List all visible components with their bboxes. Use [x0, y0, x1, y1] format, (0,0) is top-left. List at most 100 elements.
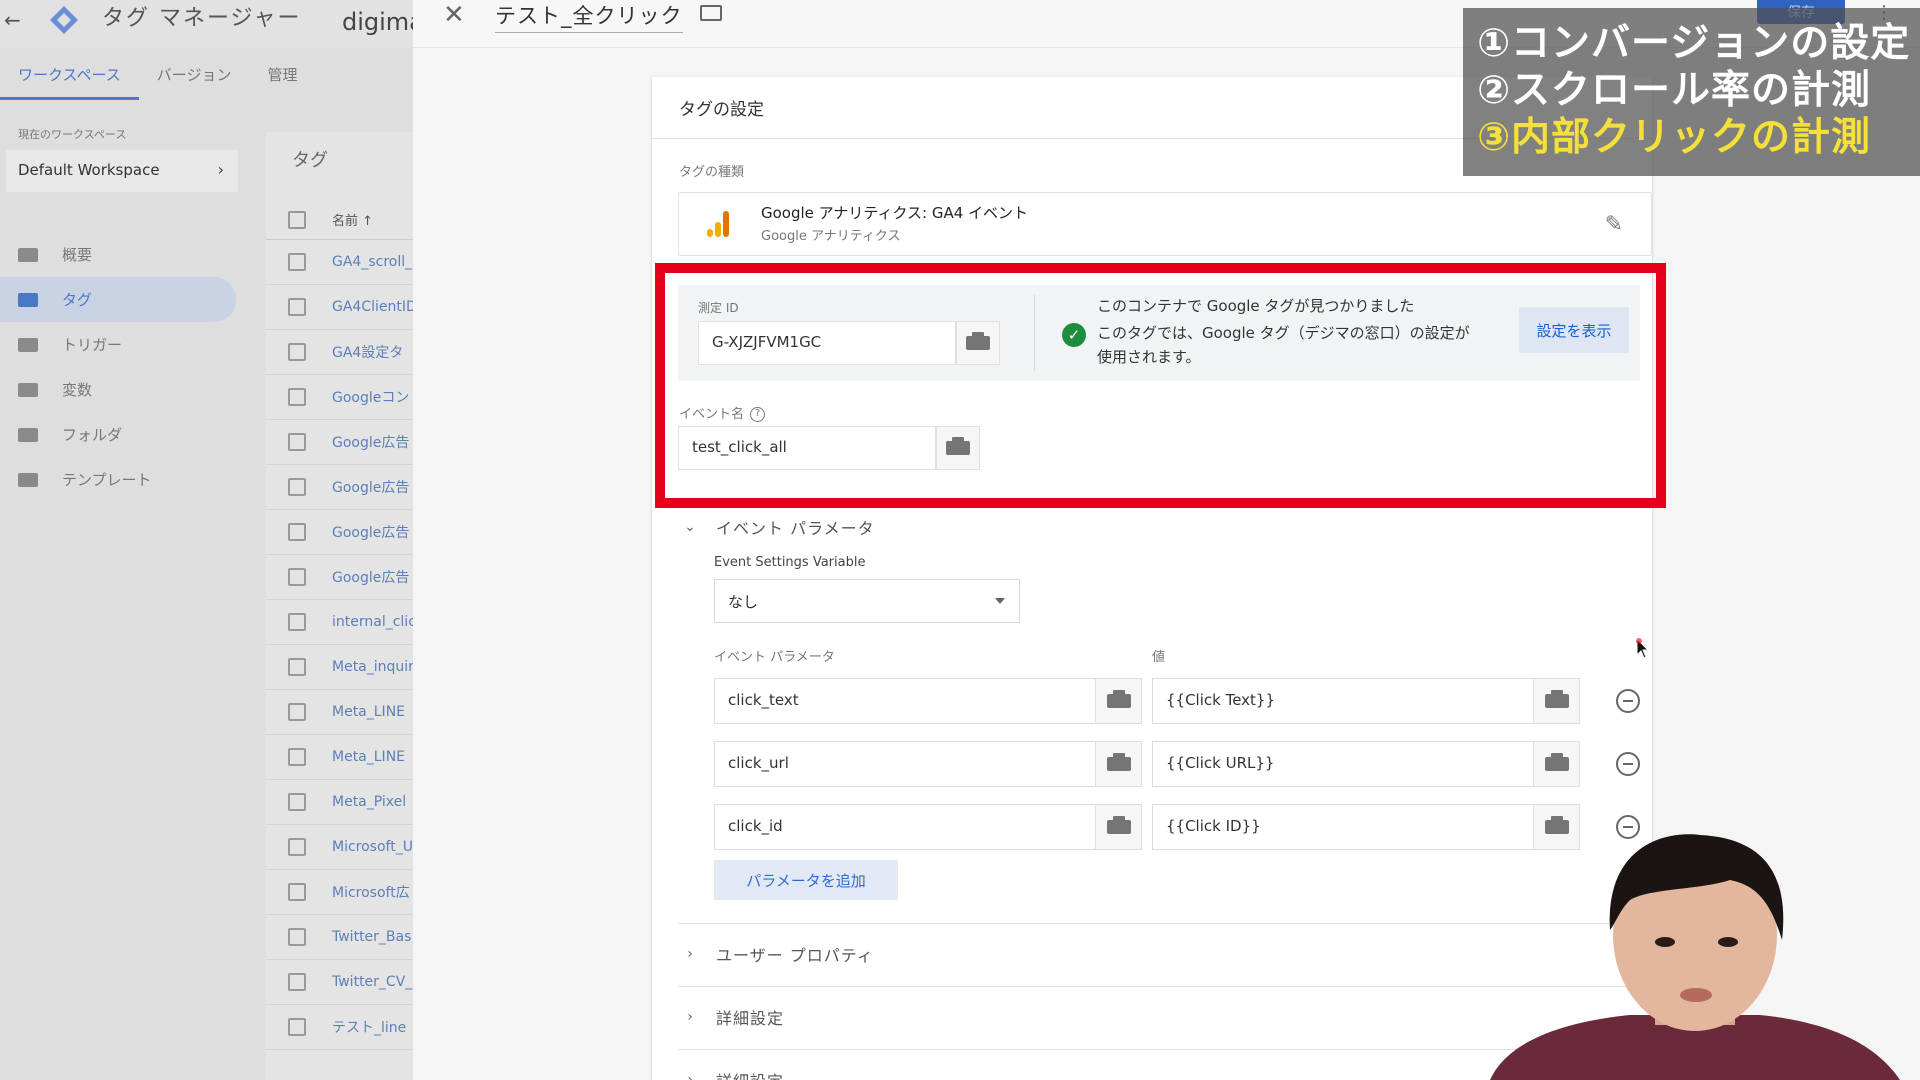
row-checkbox[interactable] [288, 433, 306, 451]
edit-pencil-icon[interactable]: ✎ [1605, 212, 1623, 237]
select-all-checkbox[interactable] [288, 210, 306, 229]
folder-icon[interactable] [700, 5, 722, 21]
table-row[interactable]: Twitter_Bas [266, 915, 420, 960]
param-name-input[interactable]: click_url [714, 741, 1096, 787]
tag-name-link[interactable]: Google広告 [332, 477, 409, 497]
sidebar-item-folders[interactable]: フォルダ [0, 412, 240, 457]
sidebar-item-overview[interactable]: 概要 [0, 232, 240, 277]
param-name-input[interactable]: click_text [714, 678, 1096, 724]
sidebar-item-tags[interactable]: タグ [0, 277, 236, 322]
param-value-input[interactable]: {{Click URL}} [1152, 741, 1534, 787]
event-name-input[interactable]: test_click_all [678, 426, 936, 470]
table-row[interactable]: Google広告 [266, 420, 420, 465]
help-icon[interactable]: ? [750, 407, 766, 422]
sidebar-item-variables[interactable]: 変数 [0, 367, 240, 412]
table-row[interactable]: Twitter_CV_ [266, 960, 420, 1005]
tag-name-link[interactable]: Google広告 [332, 567, 409, 587]
tag-type-selector[interactable]: Google アナリティクス: GA4 イベント Google アナリティクス … [678, 192, 1652, 256]
variable-picker-button[interactable] [1533, 741, 1580, 787]
tag-name-link[interactable]: Microsoft_U [332, 839, 413, 855]
back-arrow-icon[interactable]: ← [4, 8, 21, 32]
tag-name-link[interactable]: Meta_LINE [332, 704, 405, 720]
show-settings-button[interactable]: 設定を表示 [1519, 307, 1629, 353]
tag-type-name: Google アナリティクス: GA4 イベント [761, 204, 1029, 222]
tag-name-field[interactable]: テスト_全クリック [495, 0, 683, 33]
tab-workspace[interactable]: ワークスペース [0, 56, 139, 100]
row-checkbox[interactable] [288, 253, 306, 271]
row-checkbox[interactable] [288, 793, 306, 811]
table-row[interactable]: GA4設定タ [266, 330, 420, 375]
table-row[interactable]: Meta_Pixel [266, 780, 420, 825]
tag-name-link[interactable]: GA4_scroll_ [332, 254, 412, 270]
event-params-section-toggle[interactable]: ⌄ イベント パラメータ [678, 512, 1652, 542]
row-checkbox[interactable] [288, 298, 306, 316]
tag-name-link[interactable]: internal_clic [332, 614, 416, 630]
tag-name-link[interactable]: Twitter_CV_ [332, 974, 412, 990]
row-checkbox[interactable] [288, 973, 306, 991]
variable-picker-button[interactable] [1533, 678, 1580, 724]
table-row[interactable]: Microsoft広 [266, 870, 420, 915]
table-row[interactable]: Microsoft_U [266, 825, 420, 870]
tag-name-link[interactable]: Google広告 [332, 432, 409, 452]
tag-name-link[interactable]: GA4ClientID [332, 299, 417, 315]
close-icon[interactable]: ✕ [443, 0, 465, 30]
row-checkbox[interactable] [288, 748, 306, 766]
row-checkbox[interactable] [288, 523, 306, 541]
variable-picker-button[interactable] [1095, 741, 1142, 787]
row-checkbox[interactable] [288, 838, 306, 856]
tag-name-link[interactable]: Meta_inquir [332, 659, 414, 675]
name-column-header[interactable]: 名前 ↑ [332, 210, 373, 229]
row-checkbox[interactable] [288, 478, 306, 496]
check-circle-icon: ✓ [1062, 323, 1086, 347]
table-row[interactable]: Google広告 [266, 510, 420, 555]
row-checkbox[interactable] [288, 883, 306, 901]
analytics-icon [707, 211, 729, 237]
tab-admin[interactable]: 管理 [249, 56, 315, 100]
table-row[interactable]: テスト_line [266, 1005, 420, 1050]
table-row[interactable]: Google広告 [266, 555, 420, 600]
row-checkbox[interactable] [288, 1018, 306, 1036]
tag-name-link[interactable]: GA4設定タ [332, 342, 403, 362]
table-row[interactable]: Google広告 [266, 465, 420, 510]
row-checkbox[interactable] [288, 928, 306, 946]
table-row[interactable]: Meta_LINE [266, 735, 420, 780]
table-row[interactable]: Meta_inquir [266, 645, 420, 690]
gtm-logo-icon [50, 6, 78, 34]
table-row[interactable]: Googleコン [266, 375, 420, 420]
account-name[interactable]: digima [342, 8, 420, 36]
annotation-line: ①コンバージョンの設定 [1477, 21, 1911, 66]
table-row[interactable]: internal_clic [266, 600, 420, 645]
param-name-input[interactable]: click_id [714, 804, 1096, 850]
tag-name-link[interactable]: Twitter_Bas [332, 929, 411, 945]
add-parameter-button[interactable]: パラメータを追加 [714, 860, 898, 900]
variable-brick-icon [966, 332, 990, 350]
row-checkbox[interactable] [288, 388, 306, 406]
variable-picker-button[interactable] [1095, 804, 1142, 850]
tab-versions[interactable]: バージョン [139, 56, 250, 100]
event-settings-variable-select[interactable]: なし [714, 579, 1020, 623]
row-checkbox[interactable] [288, 568, 306, 586]
variable-picker-button[interactable] [936, 426, 980, 470]
row-checkbox[interactable] [288, 658, 306, 676]
row-checkbox[interactable] [288, 703, 306, 721]
param-value-input[interactable]: {{Click Text}} [1152, 678, 1534, 724]
sidebar-item-templates[interactable]: テンプレート [0, 457, 240, 502]
measurement-id-input[interactable]: G-XJZJFVM1GC [698, 321, 956, 365]
tag-name-link[interactable]: テスト_line [332, 1017, 406, 1037]
tag-name-link[interactable]: Googleコン [332, 387, 409, 407]
row-checkbox[interactable] [288, 613, 306, 631]
workspace-selector[interactable]: Default Workspace › [6, 150, 238, 192]
sidebar-item-triggers[interactable]: トリガー [0, 322, 240, 367]
remove-row-icon[interactable] [1616, 689, 1640, 713]
variable-picker-button[interactable] [1095, 678, 1142, 724]
row-checkbox[interactable] [288, 343, 306, 361]
tag-name-link[interactable]: Google広告 [332, 522, 409, 542]
tag-name-link[interactable]: Microsoft広 [332, 882, 410, 902]
remove-row-icon[interactable] [1616, 752, 1640, 776]
table-row[interactable]: GA4ClientID [266, 285, 420, 330]
table-row[interactable]: Meta_LINE [266, 690, 420, 735]
variable-picker-button[interactable] [956, 321, 1000, 365]
table-row[interactable]: GA4_scroll_ [266, 240, 420, 285]
tag-name-link[interactable]: Meta_LINE [332, 749, 405, 765]
tag-name-link[interactable]: Meta_Pixel [332, 794, 406, 810]
